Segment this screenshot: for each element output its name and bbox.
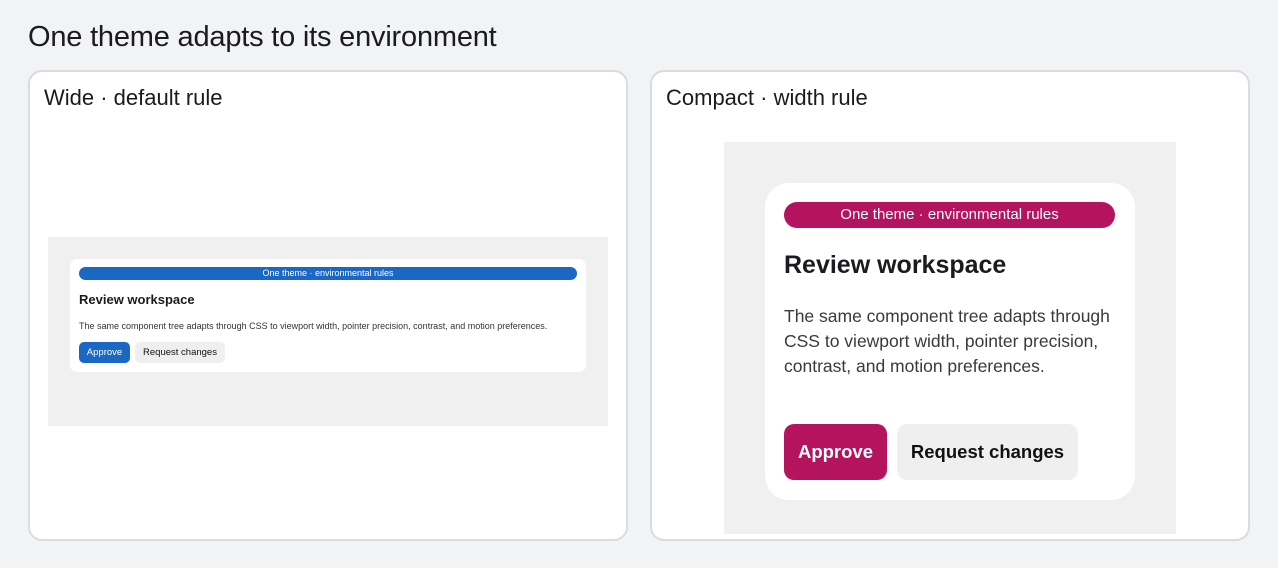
card-body-text: The same component tree adapts through C…: [79, 321, 548, 331]
approve-button[interactable]: Approve: [784, 424, 887, 480]
approve-button[interactable]: Approve: [79, 342, 130, 363]
wide-review-card: One theme · environmental rules Review w…: [70, 259, 586, 372]
compact-panel-label: Compact · width rule: [666, 85, 868, 110]
card-body-text: The same component tree adapts through C…: [784, 306, 1110, 376]
request-changes-button[interactable]: Request changes: [897, 424, 1078, 480]
card-heading: Review workspace: [79, 292, 195, 307]
page-title: One theme adapts to its environment: [28, 21, 497, 53]
wide-preview-stage: One theme · environmental rules Review w…: [48, 237, 608, 426]
request-changes-button[interactable]: Request changes: [135, 342, 225, 363]
compact-preview-stage: One theme · environmental rules Review w…: [724, 142, 1176, 534]
wide-panel: Wide · default rule One theme · environm…: [28, 70, 628, 541]
theme-badge: One theme · environmental rules: [784, 202, 1115, 228]
card-heading: Review workspace: [784, 251, 1007, 279]
compact-review-card: One theme · environmental rules Review w…: [765, 183, 1135, 500]
compact-panel: Compact · width rule One theme · environ…: [650, 70, 1250, 541]
theme-badge: One theme · environmental rules: [79, 267, 577, 280]
wide-panel-label: Wide · default rule: [44, 85, 223, 110]
